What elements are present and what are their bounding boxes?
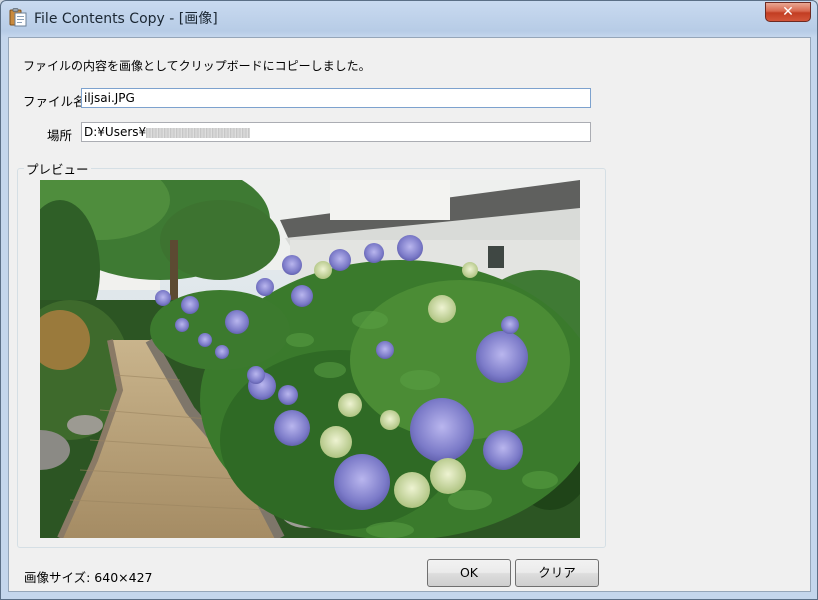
dialog-client-area: ファイルの内容を画像としてクリップボードにコピーしました。 ファイル名 iljs… bbox=[8, 37, 811, 592]
status-message: ファイルの内容を画像としてクリップボードにコピーしました。 bbox=[23, 59, 371, 73]
redacted-path bbox=[146, 127, 251, 138]
clear-button[interactable]: クリア bbox=[515, 559, 599, 587]
window-title: File Contents Copy - [画像] bbox=[34, 11, 218, 27]
ok-button[interactable]: OK bbox=[427, 559, 511, 587]
preview-label: プレビュー bbox=[24, 159, 91, 178]
title-bar[interactable]: File Contents Copy - [画像] ✕ bbox=[1, 1, 817, 33]
hydrangea-photo bbox=[40, 180, 580, 538]
image-size-label: 画像サイズ: 640×427 bbox=[24, 570, 153, 585]
location-value: D:¥Users¥ bbox=[84, 125, 147, 139]
location-field[interactable]: D:¥Users¥ bbox=[81, 122, 591, 142]
preview-image bbox=[40, 180, 580, 538]
close-button[interactable]: ✕ bbox=[765, 2, 811, 22]
dialog-window: File Contents Copy - [画像] ✕ ファイルの内容を画像とし… bbox=[0, 0, 818, 600]
file-name-field[interactable]: iljsai.JPG bbox=[81, 88, 591, 108]
file-name-value: iljsai.JPG bbox=[84, 91, 135, 105]
location-label: 場所 bbox=[47, 128, 73, 143]
file-name-label: ファイル名 bbox=[23, 94, 86, 109]
close-icon: ✕ bbox=[782, 4, 794, 20]
clipboard-icon bbox=[9, 8, 27, 27]
